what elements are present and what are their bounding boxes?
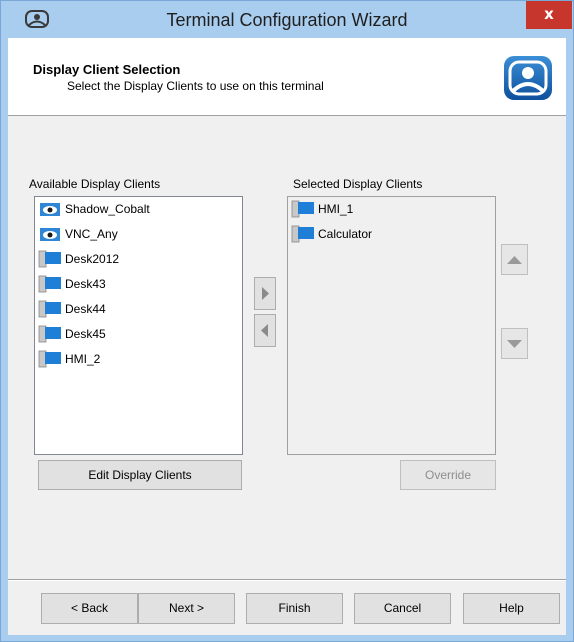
selected-clients-list[interactable]: HMI_1 Calculator	[287, 196, 496, 455]
arrow-left-icon	[261, 324, 268, 337]
selected-clients-label: Selected Display Clients	[293, 177, 423, 191]
list-item-label: Desk43	[65, 277, 106, 291]
display-client-icon	[291, 200, 314, 218]
list-item-label: HMI_2	[65, 352, 101, 366]
thinmanager-logo-icon	[504, 56, 552, 100]
close-button[interactable]: x	[526, 1, 572, 29]
help-button[interactable]: Help	[463, 593, 560, 624]
remove-client-button[interactable]	[254, 314, 276, 347]
wizard-header: Display Client Selection Select the Disp…	[8, 38, 566, 116]
available-clients-label: Available Display Clients	[29, 177, 161, 191]
override-button[interactable]: Override	[400, 460, 496, 490]
display-client-icon	[38, 350, 61, 368]
display-client-icon	[38, 250, 61, 268]
page-subtitle: Select the Display Clients to use on thi…	[67, 79, 324, 93]
list-item-label: HMI_1	[318, 202, 354, 216]
window-title: Terminal Configuration Wizard	[166, 10, 408, 30]
arrow-down-icon	[507, 340, 522, 348]
list-item-label: Shadow_Cobalt	[65, 202, 150, 216]
list-item-label: Desk45	[65, 327, 106, 341]
arrow-right-icon	[262, 287, 269, 300]
wizard-body: Display Client Selection Select the Disp…	[8, 38, 566, 635]
arrow-up-icon	[507, 256, 522, 264]
add-client-button[interactable]	[254, 277, 276, 310]
page-title: Display Client Selection	[33, 62, 181, 77]
display-client-icon	[38, 300, 61, 318]
list-item-label: Desk44	[65, 302, 106, 316]
edit-display-clients-button[interactable]: Edit Display Clients	[38, 460, 242, 490]
move-down-button[interactable]	[501, 328, 528, 359]
wizard-window: Terminal Configuration Wizard x Display …	[0, 0, 574, 642]
list-item-label: Desk2012	[65, 252, 120, 266]
title-bar[interactable]: Terminal Configuration Wizard x	[1, 1, 573, 38]
eye-display-icon	[40, 228, 60, 241]
cancel-button[interactable]: Cancel	[354, 593, 451, 624]
next-button[interactable]: Next >	[138, 593, 235, 624]
display-client-icon	[38, 325, 61, 343]
finish-button[interactable]: Finish	[246, 593, 343, 624]
list-item-label: Calculator	[318, 227, 373, 241]
list-item-label: VNC_Any	[65, 227, 118, 241]
eye-display-icon	[40, 203, 60, 216]
display-client-icon	[38, 275, 61, 293]
move-up-button[interactable]	[501, 244, 528, 275]
available-clients-list[interactable]: Shadow_Cobalt VNC_Any Desk2012 Desk43 De…	[34, 196, 243, 455]
footer-divider-highlight	[8, 580, 566, 581]
back-button[interactable]: < Back	[41, 593, 138, 624]
display-client-icon	[291, 225, 314, 243]
